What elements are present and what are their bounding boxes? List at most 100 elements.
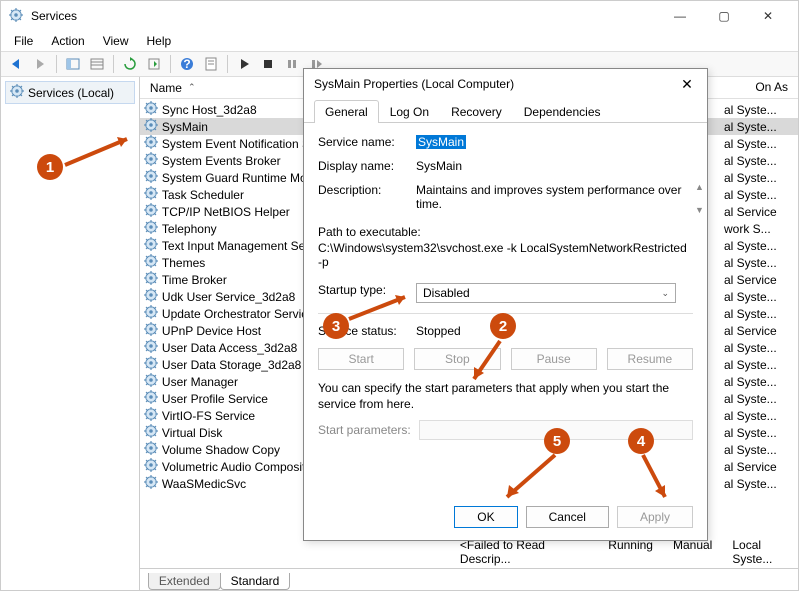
annotation-5: 5 [544,428,570,454]
minimize-button[interactable]: — [658,1,702,31]
gear-icon [144,101,158,118]
help-button[interactable]: ? [176,53,198,75]
menu-action[interactable]: Action [43,32,92,50]
gear-icon [144,305,158,322]
service-logon: al Syste... [724,392,794,406]
value-path: C:\Windows\system32\svchost.exe -k Local… [318,241,693,269]
properties-button[interactable] [200,53,222,75]
stop-service-button[interactable] [257,53,279,75]
service-logon: al Syste... [724,154,794,168]
apply-button[interactable]: Apply [617,506,693,528]
annotation-arrow-4 [641,453,681,505]
gear-icon [144,169,158,186]
annotation-3: 3 [323,313,349,339]
service-logon: al Service [724,324,794,338]
value-description: Maintains and improves system performanc… [416,183,681,211]
resume-button[interactable]: Resume [607,348,693,370]
value-service-name[interactable]: SysMain [416,135,466,149]
services-app-icon [9,8,25,24]
show-hide-tree-button[interactable] [62,53,84,75]
gear-icon [144,118,158,135]
dialog-close-button[interactable]: ✕ [677,74,697,94]
cancel-button[interactable]: Cancel [526,506,609,528]
start-service-button[interactable] [233,53,255,75]
menubar: File Action View Help [1,31,798,51]
gear-icon [144,135,158,152]
service-logon: work S... [724,222,794,236]
tab-standard[interactable]: Standard [220,573,291,590]
annotation-1: 1 [37,154,63,180]
label-description: Description: [318,183,416,197]
refresh-button[interactable] [119,53,141,75]
column-header-logon[interactable]: On As [755,80,788,94]
value-service-status: Stopped [416,324,693,338]
tab-general[interactable]: General [314,100,379,123]
gear-icon [144,441,158,458]
menu-view[interactable]: View [95,32,137,50]
service-logon: al Syste... [724,188,794,202]
titlebar: Services — ▢ ✕ [1,1,798,31]
service-logon: al Syste... [724,120,794,134]
tab-dependencies[interactable]: Dependencies [513,100,612,123]
start-button[interactable]: Start [318,348,404,370]
gear-icon [144,475,158,492]
gear-icon [144,356,158,373]
gear-icon [144,220,158,237]
service-logon: al Syste... [724,409,794,423]
tree-node-services-local[interactable]: Services (Local) [5,81,135,104]
tab-logon[interactable]: Log On [379,100,440,123]
menu-help[interactable]: Help [139,32,180,50]
annotation-2: 2 [490,313,516,339]
back-button[interactable] [5,53,27,75]
service-logon: al Service [724,460,794,474]
gear-icon [144,203,158,220]
gear-icon [144,322,158,339]
gear-icon [144,424,158,441]
pause-service-button[interactable] [281,53,303,75]
gear-icon [144,186,158,203]
sort-indicator-icon: ⌃ [188,82,196,93]
startup-type-combo[interactable]: Disabled ⌄ [416,283,676,303]
tab-recovery[interactable]: Recovery [440,100,513,123]
service-logon: al Service [724,205,794,219]
annotation-arrow-1 [61,131,141,171]
service-logon: al Syste... [724,290,794,304]
service-logon: al Syste... [724,256,794,270]
service-logon: al Syste... [724,375,794,389]
ok-button[interactable]: OK [454,506,517,528]
maximize-button[interactable]: ▢ [702,1,746,31]
bottom-tabs: Extended Standard [140,568,798,590]
service-logon: al Syste... [724,477,794,491]
tree-node-label: Services (Local) [28,86,114,100]
label-start-params: Start parameters: [318,423,411,437]
details-button[interactable] [86,53,108,75]
status-description: <Failed to Read Descrip... [460,538,588,566]
dialog-title: SysMain Properties (Local Computer) [314,77,677,91]
status-state: Running [608,538,653,566]
gear-icon [144,237,158,254]
status-logon: Local Syste... [732,538,794,566]
gear-icon [144,339,158,356]
gear-icon [10,84,24,101]
close-button[interactable]: ✕ [746,1,790,31]
status-startup: Manual [673,538,712,566]
tab-extended[interactable]: Extended [148,573,221,590]
gear-icon [144,288,158,305]
service-logon: al Syste... [724,239,794,253]
service-logon: al Service [724,273,794,287]
service-logon: al Syste... [724,341,794,355]
description-scrollbar[interactable]: ▲▼ [695,183,707,215]
pause-button[interactable]: Pause [511,348,597,370]
forward-button[interactable] [29,53,51,75]
service-logon: al Syste... [724,103,794,117]
menu-file[interactable]: File [6,32,41,50]
window-title: Services [31,9,658,23]
gear-icon [144,254,158,271]
label-path: Path to executable: [318,225,693,239]
gear-icon [144,390,158,407]
service-logon: al Syste... [724,307,794,321]
annotation-4: 4 [628,428,654,454]
gear-icon [144,458,158,475]
export-button[interactable] [143,53,165,75]
service-logon: al Syste... [724,426,794,440]
